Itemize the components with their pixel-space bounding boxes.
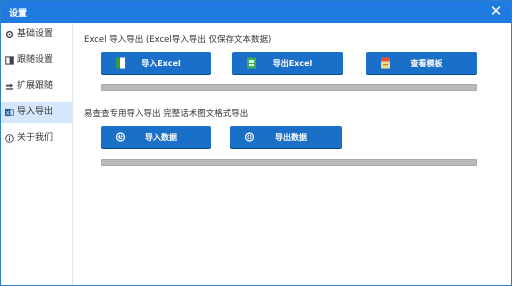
export-excel-label: 导出Excel (272, 59, 313, 68)
sidebar: 基础设置 跟随设置 扩展跟随 X 导入导出 关于我们 (1, 23, 73, 285)
window-title: 设置 (9, 9, 28, 19)
settings-window: 设置 ✕ 基础设置 跟随设置 扩展跟随 X 导入导出 关于我们 Excel 导入… (0, 0, 512, 286)
extension-icon (5, 83, 14, 90)
close-icon[interactable]: ✕ (487, 2, 505, 20)
sidebar-item-label: 扩展跟随 (17, 81, 54, 91)
sidebar-item-follow-settings[interactable]: 跟随设置 (1, 50, 72, 71)
data-section-title: 易查查专用导入导出 完整话术图文格式导出 (84, 109, 249, 119)
sidebar-item-label: 关于我们 (17, 133, 54, 143)
excel-section-title: Excel 导入导出 (Excel导入导出 仅保存文本数据) (84, 35, 272, 45)
excel-icon: X (5, 108, 14, 117)
svg-text:X: X (6, 111, 10, 117)
import-excel-button[interactable]: 导入Excel (101, 52, 211, 74)
title-bar: 设置 ✕ (1, 1, 511, 23)
export-excel-button[interactable]: 导出Excel (232, 52, 343, 74)
import-data-label: 导入数据 (145, 133, 177, 142)
export-data-label: 导出数据 (275, 133, 307, 142)
sidebar-item-about-us[interactable]: 关于我们 (1, 128, 72, 149)
import-export-panel: Excel 导入导出 (Excel导入导出 仅保存文本数据) 导入Excel 导… (73, 23, 511, 285)
export-data-button[interactable]: 导出数据 (230, 126, 342, 148)
view-template-button[interactable]: 查看模板 (366, 52, 477, 74)
import-data-button[interactable]: 导入数据 (101, 126, 211, 148)
window-icon (5, 56, 14, 65)
import-excel-label: 导入Excel (141, 59, 181, 68)
excel-progress-bar (101, 84, 477, 91)
info-icon (5, 134, 14, 143)
sidebar-item-label: 导入导出 (17, 107, 54, 117)
gear-icon (5, 30, 14, 39)
sidebar-item-extended-follow[interactable]: 扩展跟随 (1, 76, 72, 97)
sidebar-item-label: 基础设置 (17, 29, 54, 39)
sidebar-item-basic-settings[interactable]: 基础设置 (1, 24, 72, 45)
sidebar-item-label: 跟随设置 (17, 55, 54, 65)
sidebar-item-import-export[interactable]: X 导入导出 (1, 102, 72, 123)
data-progress-bar (101, 159, 477, 166)
view-template-label: 查看模板 (410, 59, 443, 68)
